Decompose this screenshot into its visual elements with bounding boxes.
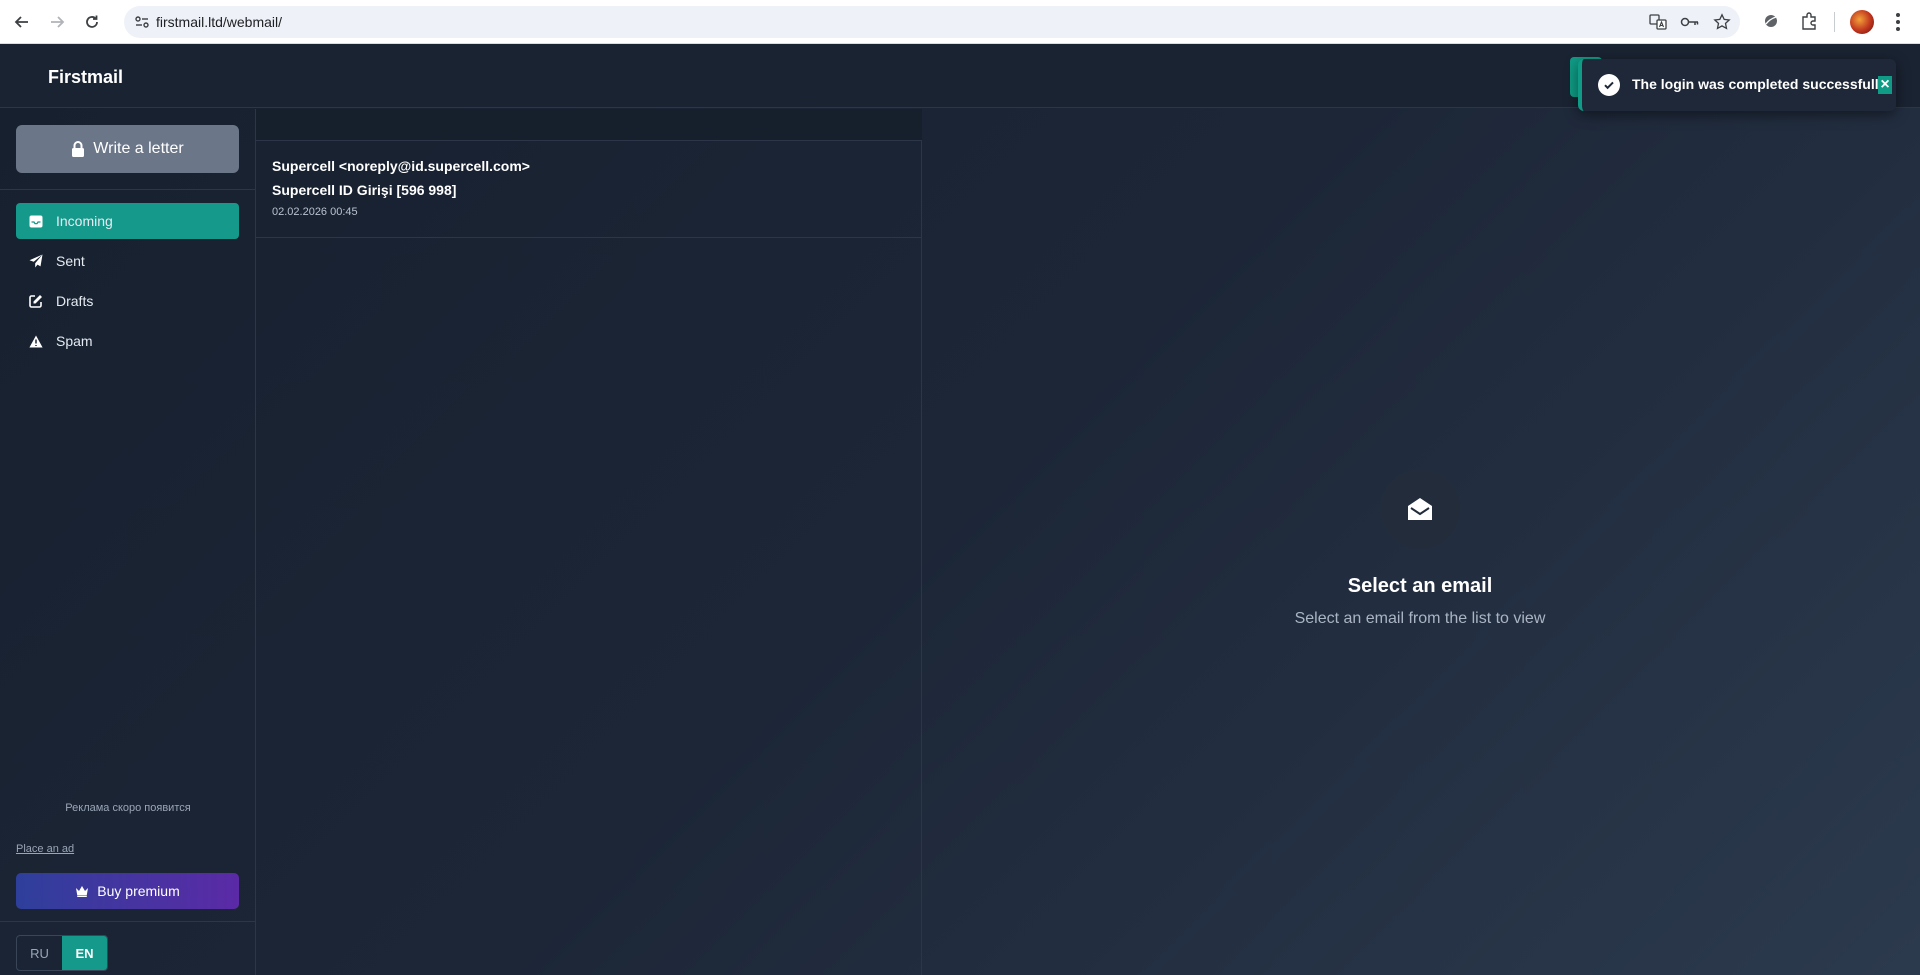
profile-avatar[interactable] [1850,10,1874,34]
brand-logo[interactable]: Firstmail [48,67,123,88]
language-switcher: RU EN [16,935,108,971]
email-subject: Supercell ID Girişi [596 998] [272,182,457,198]
app-header: Firstmail The login was completed succes… [0,44,1920,111]
write-letter-button[interactable]: Write a letter [16,125,239,173]
toolbar-divider [1834,12,1835,32]
toast-message: The login was completed successfully [1632,76,1887,92]
email-list-pane: Supercell <noreply@id.supercell.com> Sup… [256,109,922,975]
reading-pane: Select an email Select an email from the… [923,109,1920,975]
sidebar-item-label: Drafts [56,293,94,309]
sidebar: Write a letter Incoming Sent Drafts Spam… [0,109,256,975]
forward-button[interactable] [44,9,70,35]
buy-premium-button[interactable]: Buy premium [16,873,239,909]
email-sender: Supercell <noreply@id.supercell.com> [272,158,530,174]
inbox-icon [28,213,44,229]
arrow-left-icon [14,16,28,28]
translate-icon[interactable] [1648,12,1668,32]
warning-icon [28,333,44,349]
arrow-right-icon [51,16,65,28]
paper-plane-icon [28,253,44,269]
address-bar[interactable]: firstmail.ltd/webmail/ [124,6,1740,38]
email-date: 02.02.2026 00:45 [272,206,358,218]
reload-button[interactable] [79,9,105,35]
sidebar-item-incoming[interactable]: Incoming [16,203,239,239]
extensions-icon[interactable] [1798,10,1820,32]
extension-puzzle-icon[interactable] [1760,10,1782,32]
envelope-open-icon [1380,469,1460,549]
reload-icon [86,15,98,28]
sidebar-divider [0,921,256,922]
lock-icon [72,141,85,157]
email-list-item[interactable]: Supercell <noreply@id.supercell.com> Sup… [256,141,922,238]
browser-menu-icon[interactable] [1888,10,1908,34]
browser-toolbar: firstmail.ltd/webmail/ [0,0,1920,44]
sidebar-divider [0,189,256,190]
write-letter-label: Write a letter [93,140,184,157]
webmail-app: Firstmail The login was completed succes… [0,44,1920,975]
site-info-icon[interactable] [132,12,152,32]
empty-state-subtitle: Select an email from the list to view [1294,610,1546,627]
password-key-icon[interactable] [1680,12,1700,32]
ad-notice: Реклама скоро появится [65,802,191,814]
buy-premium-label: Buy premium [97,883,180,899]
email-list-toolbar [256,109,922,141]
place-ad-link[interactable]: Place an ad [16,843,74,855]
toast-close-button[interactable]: × [1878,76,1892,94]
bookmark-star-icon[interactable] [1712,12,1732,32]
edit-icon [28,293,44,309]
sidebar-item-spam[interactable]: Spam [16,323,239,359]
sidebar-item-sent[interactable]: Sent [16,243,239,279]
sidebar-item-label: Sent [56,253,85,269]
lang-en-button[interactable]: EN [62,936,107,970]
url-text: firstmail.ltd/webmail/ [156,14,283,30]
sidebar-item-label: Spam [56,333,93,349]
crown-icon [76,886,89,897]
sidebar-item-drafts[interactable]: Drafts [16,283,239,319]
lang-ru-button[interactable]: RU [17,936,62,970]
check-circle-icon [1598,74,1620,96]
empty-state-title: Select an email [1347,575,1493,597]
success-toast: The login was completed successfully × [1578,59,1896,111]
sidebar-item-label: Incoming [56,213,113,229]
back-button[interactable] [9,9,35,35]
